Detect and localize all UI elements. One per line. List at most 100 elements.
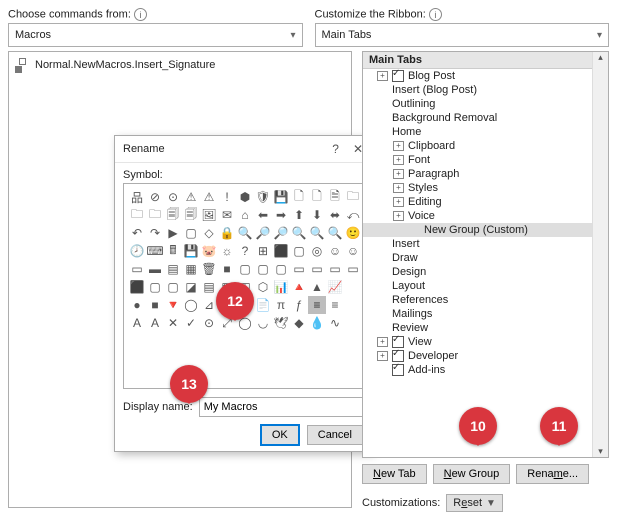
- symbol-cell[interactable]: 🔍: [290, 224, 308, 242]
- symbol-cell[interactable]: ➡: [272, 206, 290, 224]
- expand-icon[interactable]: +: [377, 337, 388, 347]
- symbol-cell[interactable]: ◎: [308, 242, 326, 260]
- symbol-cell[interactable]: 🕊: [272, 314, 290, 332]
- symbol-cell[interactable]: 🗑: [200, 260, 218, 278]
- symbol-cell[interactable]: 📄: [254, 296, 272, 314]
- expand-icon[interactable]: +: [377, 71, 388, 81]
- symbol-cell[interactable]: ▬: [146, 260, 164, 278]
- tree-item[interactable]: +Font: [363, 153, 608, 167]
- checkbox[interactable]: [392, 70, 404, 82]
- display-name-input[interactable]: [199, 397, 363, 417]
- tree-item[interactable]: +Styles: [363, 181, 608, 195]
- symbol-cell[interactable]: ▭: [326, 260, 344, 278]
- symbol-cell[interactable]: ▤: [200, 278, 218, 296]
- tree-item[interactable]: +Editing: [363, 195, 608, 209]
- symbol-cell[interactable]: 🐷: [200, 242, 218, 260]
- tree-item[interactable]: Insert (Blog Post): [363, 83, 608, 97]
- new-tab-button[interactable]: New Tab: [362, 464, 427, 484]
- tree-item[interactable]: New Group (Custom): [363, 223, 608, 237]
- symbol-cell[interactable]: ↶: [128, 224, 146, 242]
- symbol-cell[interactable]: ▦: [218, 278, 236, 296]
- expand-icon[interactable]: +: [393, 197, 404, 207]
- symbol-cell[interactable]: ▭: [290, 260, 308, 278]
- tree-item[interactable]: +Paragraph: [363, 167, 608, 181]
- symbol-cell[interactable]: 📈: [326, 278, 344, 296]
- symbol-cell[interactable]: [344, 314, 362, 332]
- checkbox[interactable]: [392, 364, 404, 376]
- symbol-cell[interactable]: 🗀: [344, 188, 362, 206]
- symbol-cell[interactable]: ▢: [254, 260, 272, 278]
- symbol-cell[interactable]: ƒ: [290, 296, 308, 314]
- symbol-cell[interactable]: ∿: [326, 314, 344, 332]
- tree-item[interactable]: +Developer: [363, 349, 608, 363]
- reset-dropdown[interactable]: Reset▼: [446, 494, 503, 512]
- symbol-cell[interactable]: ⌨: [146, 242, 164, 260]
- customize-ribbon-dropdown[interactable]: Main Tabs ▾: [315, 23, 610, 47]
- symbol-cell[interactable]: ⊘: [146, 188, 164, 206]
- tree-item[interactable]: +Blog Post: [363, 69, 608, 83]
- symbol-cell[interactable]: ⤢: [218, 314, 236, 332]
- tree-item[interactable]: Mailings: [363, 307, 608, 321]
- symbol-cell[interactable]: ⚠: [200, 188, 218, 206]
- symbol-cell[interactable]: A: [128, 314, 146, 332]
- tree-item[interactable]: Design: [363, 265, 608, 279]
- symbol-cell[interactable]: 🗎: [326, 188, 344, 206]
- tree-item[interactable]: +View: [363, 335, 608, 349]
- symbol-cell[interactable]: ≡: [308, 296, 326, 314]
- tree-item[interactable]: Review: [363, 321, 608, 335]
- symbol-cell[interactable]: ↷: [146, 224, 164, 242]
- symbol-cell[interactable]: ■: [218, 260, 236, 278]
- tree-item[interactable]: Outlining: [363, 97, 608, 111]
- symbol-cell[interactable]: A: [146, 314, 164, 332]
- symbol-cell[interactable]: 🗐: [164, 206, 182, 224]
- tree-item[interactable]: Add-ins: [363, 363, 608, 377]
- symbol-cell[interactable]: π: [272, 296, 290, 314]
- symbol-cell[interactable]: 💾: [182, 242, 200, 260]
- symbol-cell[interactable]: ⬡: [254, 278, 272, 296]
- symbol-cell[interactable]: 🗋: [290, 188, 308, 206]
- symbol-cell[interactable]: ⤺: [344, 206, 362, 224]
- symbol-cell[interactable]: ✉: [218, 206, 236, 224]
- symbol-cell[interactable]: ▢: [146, 278, 164, 296]
- symbol-cell[interactable]: ◡: [254, 314, 272, 332]
- symbol-cell[interactable]: ⊙: [200, 314, 218, 332]
- ok-button[interactable]: OK: [261, 425, 299, 445]
- scrollbar[interactable]: ▴▾: [592, 52, 608, 457]
- symbol-cell[interactable]: 🗋: [236, 296, 254, 314]
- symbol-cell[interactable]: ⊞: [254, 242, 272, 260]
- symbol-cell[interactable]: 🗋: [308, 188, 326, 206]
- symbol-cell[interactable]: [344, 296, 362, 314]
- symbol-cell[interactable]: 🖼: [200, 206, 218, 224]
- symbol-cell[interactable]: ▭: [308, 260, 326, 278]
- symbol-cell[interactable]: ▢: [164, 278, 182, 296]
- symbol-cell[interactable]: ◆: [290, 314, 308, 332]
- symbol-cell[interactable]: ◯: [182, 296, 200, 314]
- symbol-cell[interactable]: ⬢: [236, 188, 254, 206]
- symbol-cell[interactable]: ▦: [182, 260, 200, 278]
- expand-icon[interactable]: +: [393, 169, 404, 179]
- symbol-cell[interactable]: ⬛: [272, 242, 290, 260]
- symbol-cell[interactable]: [344, 278, 362, 296]
- tree-item[interactable]: Draw: [363, 251, 608, 265]
- symbol-cell[interactable]: 🖩: [164, 242, 182, 260]
- symbol-cell[interactable]: ⬌: [326, 206, 344, 224]
- info-icon[interactable]: i: [429, 8, 442, 21]
- checkbox[interactable]: [392, 350, 404, 362]
- checkbox[interactable]: [392, 336, 404, 348]
- info-icon[interactable]: i: [134, 8, 147, 21]
- symbol-cell[interactable]: ▢: [272, 260, 290, 278]
- symbol-cell[interactable]: ☼: [218, 242, 236, 260]
- tree-item[interactable]: Background Removal: [363, 111, 608, 125]
- new-group-button[interactable]: New Group: [433, 464, 511, 484]
- symbol-cell[interactable]: ▢: [290, 242, 308, 260]
- tree-item[interactable]: Layout: [363, 279, 608, 293]
- symbol-cell[interactable]: 🔻: [164, 296, 182, 314]
- symbol-cell[interactable]: 🔎: [272, 224, 290, 242]
- symbol-cell[interactable]: 🗀: [128, 206, 146, 224]
- symbol-cell[interactable]: ⌂: [236, 206, 254, 224]
- ribbon-tree[interactable]: Main Tabs +Blog PostInsert (Blog Post)Ou…: [362, 51, 609, 458]
- symbol-cell[interactable]: ◇: [200, 224, 218, 242]
- symbol-cell[interactable]: ▢: [236, 260, 254, 278]
- symbol-cell[interactable]: ⚠: [182, 188, 200, 206]
- macro-item[interactable]: Normal.NewMacros.Insert_Signature: [9, 52, 351, 78]
